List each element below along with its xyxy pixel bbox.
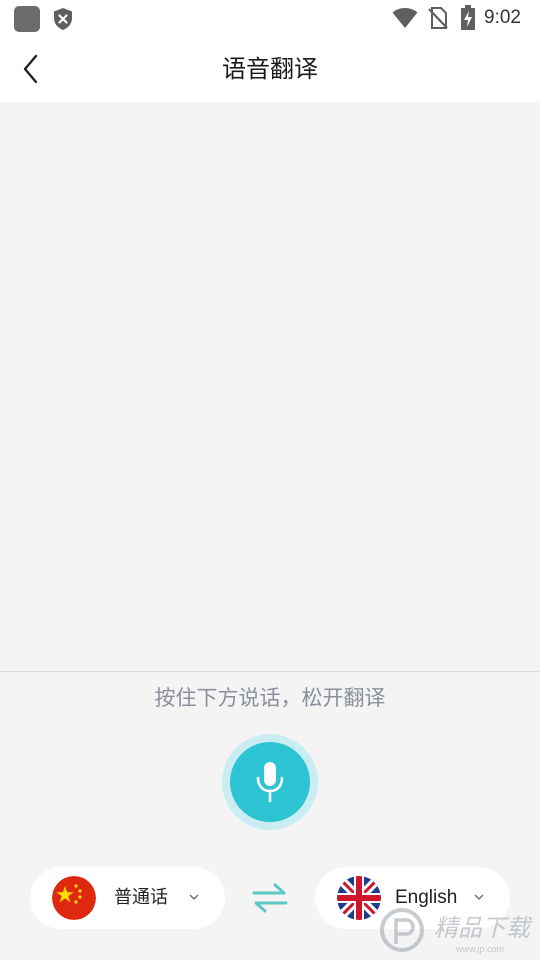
app-header: 语音翻译 xyxy=(0,36,540,102)
app-icon xyxy=(14,6,40,32)
translation-result-area xyxy=(0,102,540,671)
wifi-icon xyxy=(392,8,418,28)
target-language-selector[interactable]: English xyxy=(315,867,510,929)
uk-flag-icon xyxy=(337,876,381,920)
page-title: 语音翻译 xyxy=(222,55,318,83)
microphone-icon xyxy=(256,762,284,803)
chevron-down-icon xyxy=(189,894,199,900)
hold-to-speak-button[interactable] xyxy=(222,734,318,830)
voice-control-panel: 按住下方说话，松开翻译 普通话 English xyxy=(0,672,540,960)
shield-icon xyxy=(54,8,72,30)
china-flag-icon xyxy=(52,876,96,920)
target-language-label: English xyxy=(395,887,458,908)
no-sim-icon xyxy=(428,7,448,29)
status-bar: 9:02 xyxy=(0,0,540,36)
voice-translate-screen: 9:02 语音翻译 按住下方说话，松开翻译 普通话 English 精品下载 w… xyxy=(0,0,540,960)
status-time: 9:02 xyxy=(484,7,521,28)
swap-arrows-icon[interactable] xyxy=(251,882,289,914)
back-button[interactable] xyxy=(10,48,52,90)
press-to-speak-hint: 按住下方说话，松开翻译 xyxy=(154,686,386,710)
source-language-label: 普通话 xyxy=(114,887,168,908)
battery-charging-icon xyxy=(461,5,475,30)
chevron-down-icon xyxy=(474,894,484,900)
chevron-left-icon xyxy=(23,54,38,84)
source-language-selector[interactable]: 普通话 xyxy=(30,867,225,929)
mic-button-core xyxy=(230,742,310,822)
